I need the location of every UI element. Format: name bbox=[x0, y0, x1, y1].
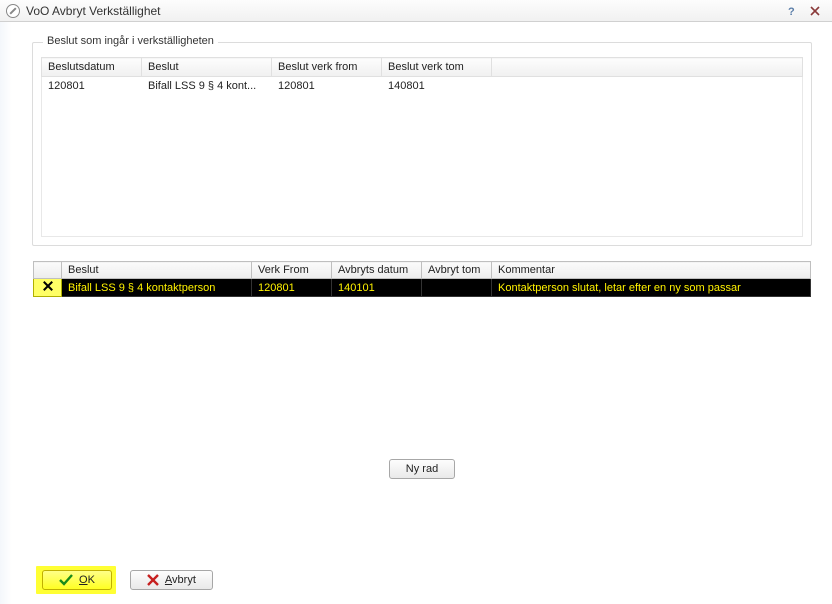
grid-row[interactable]: Bifall LSS 9 § 4 kontaktperson 120801 14… bbox=[34, 279, 811, 297]
col-kommentar[interactable]: Kommentar bbox=[492, 262, 811, 279]
ok-label: OK bbox=[79, 574, 95, 586]
grid-empty-space bbox=[33, 297, 811, 447]
ny-rad-button[interactable]: Ny rad bbox=[389, 459, 455, 479]
col-avbryts-datum[interactable]: Avbryts datum bbox=[332, 262, 422, 279]
help-button[interactable]: ? bbox=[780, 3, 802, 19]
col-spacer bbox=[492, 58, 803, 77]
cell-verk-from[interactable]: 120801 bbox=[252, 279, 332, 297]
top-table-body[interactable]: 120801 Bifall LSS 9 § 4 kont... 120801 1… bbox=[41, 77, 803, 237]
cell-avbryts-datum[interactable]: 140101 bbox=[332, 279, 422, 297]
window-title: VoO Avbryt Verkställighet bbox=[26, 4, 161, 18]
avbryt-label: Avbryt bbox=[165, 574, 196, 586]
group-beslut-verkstallighet: Beslut som ingår i verkställigheten Besl… bbox=[32, 42, 812, 246]
cell-beslut[interactable]: Bifall LSS 9 § 4 kontaktperson bbox=[62, 279, 252, 297]
avbryt-button[interactable]: Avbryt bbox=[130, 570, 213, 590]
ny-rad-label: Ny rad bbox=[406, 463, 438, 475]
top-table: Beslutsdatum Beslut Beslut verk from Bes… bbox=[41, 57, 803, 77]
bottom-grid-wrap: Beslut Verk From Avbryts datum Avbryt to… bbox=[32, 260, 812, 498]
cell-beslut-verk-from: 120801 bbox=[272, 77, 382, 96]
col-beslut[interactable]: Beslut bbox=[142, 58, 272, 77]
row-delete-button[interactable] bbox=[34, 279, 62, 297]
cell-beslutsdatum: 120801 bbox=[42, 77, 142, 96]
delete-x-icon bbox=[41, 279, 55, 293]
col-avbryt-tom[interactable]: Avbryt tom bbox=[422, 262, 492, 279]
svg-text:?: ? bbox=[788, 6, 795, 17]
ok-button[interactable]: OK bbox=[42, 570, 112, 590]
col-beslut-verk-from[interactable]: Beslut verk from bbox=[272, 58, 382, 77]
col-beslut-verk-tom[interactable]: Beslut verk tom bbox=[382, 58, 492, 77]
cell-beslut-verk-tom: 140801 bbox=[382, 77, 492, 96]
group-legend: Beslut som ingår i verkställigheten bbox=[43, 35, 218, 47]
close-button[interactable] bbox=[804, 3, 826, 19]
cell-kommentar[interactable]: Kontaktperson slutat, letar efter en ny … bbox=[492, 279, 811, 297]
cell-beslut: Bifall LSS 9 § 4 kont... bbox=[142, 77, 272, 96]
col-beslut[interactable]: Beslut bbox=[62, 262, 252, 279]
client-area: Beslut som ingår i verkställigheten Besl… bbox=[12, 22, 832, 604]
col-rowheader bbox=[34, 262, 62, 279]
cell-avbryt-tom[interactable] bbox=[422, 279, 492, 297]
col-beslutsdatum[interactable]: Beslutsdatum bbox=[42, 58, 142, 77]
dialog-footer: OK Avbryt bbox=[42, 570, 213, 590]
cancel-x-icon bbox=[147, 574, 159, 586]
table-header-row: Beslutsdatum Beslut Beslut verk from Bes… bbox=[42, 58, 803, 77]
col-verk-from[interactable]: Verk From bbox=[252, 262, 332, 279]
grid-header-row: Beslut Verk From Avbryts datum Avbryt to… bbox=[34, 262, 811, 279]
app-icon bbox=[6, 4, 20, 18]
bottom-grid: Beslut Verk From Avbryts datum Avbryt to… bbox=[33, 261, 811, 297]
table-row[interactable]: 120801 Bifall LSS 9 § 4 kont... 120801 1… bbox=[42, 77, 802, 96]
check-icon bbox=[59, 574, 73, 586]
titlebar: VoO Avbryt Verkställighet ? bbox=[0, 0, 832, 22]
